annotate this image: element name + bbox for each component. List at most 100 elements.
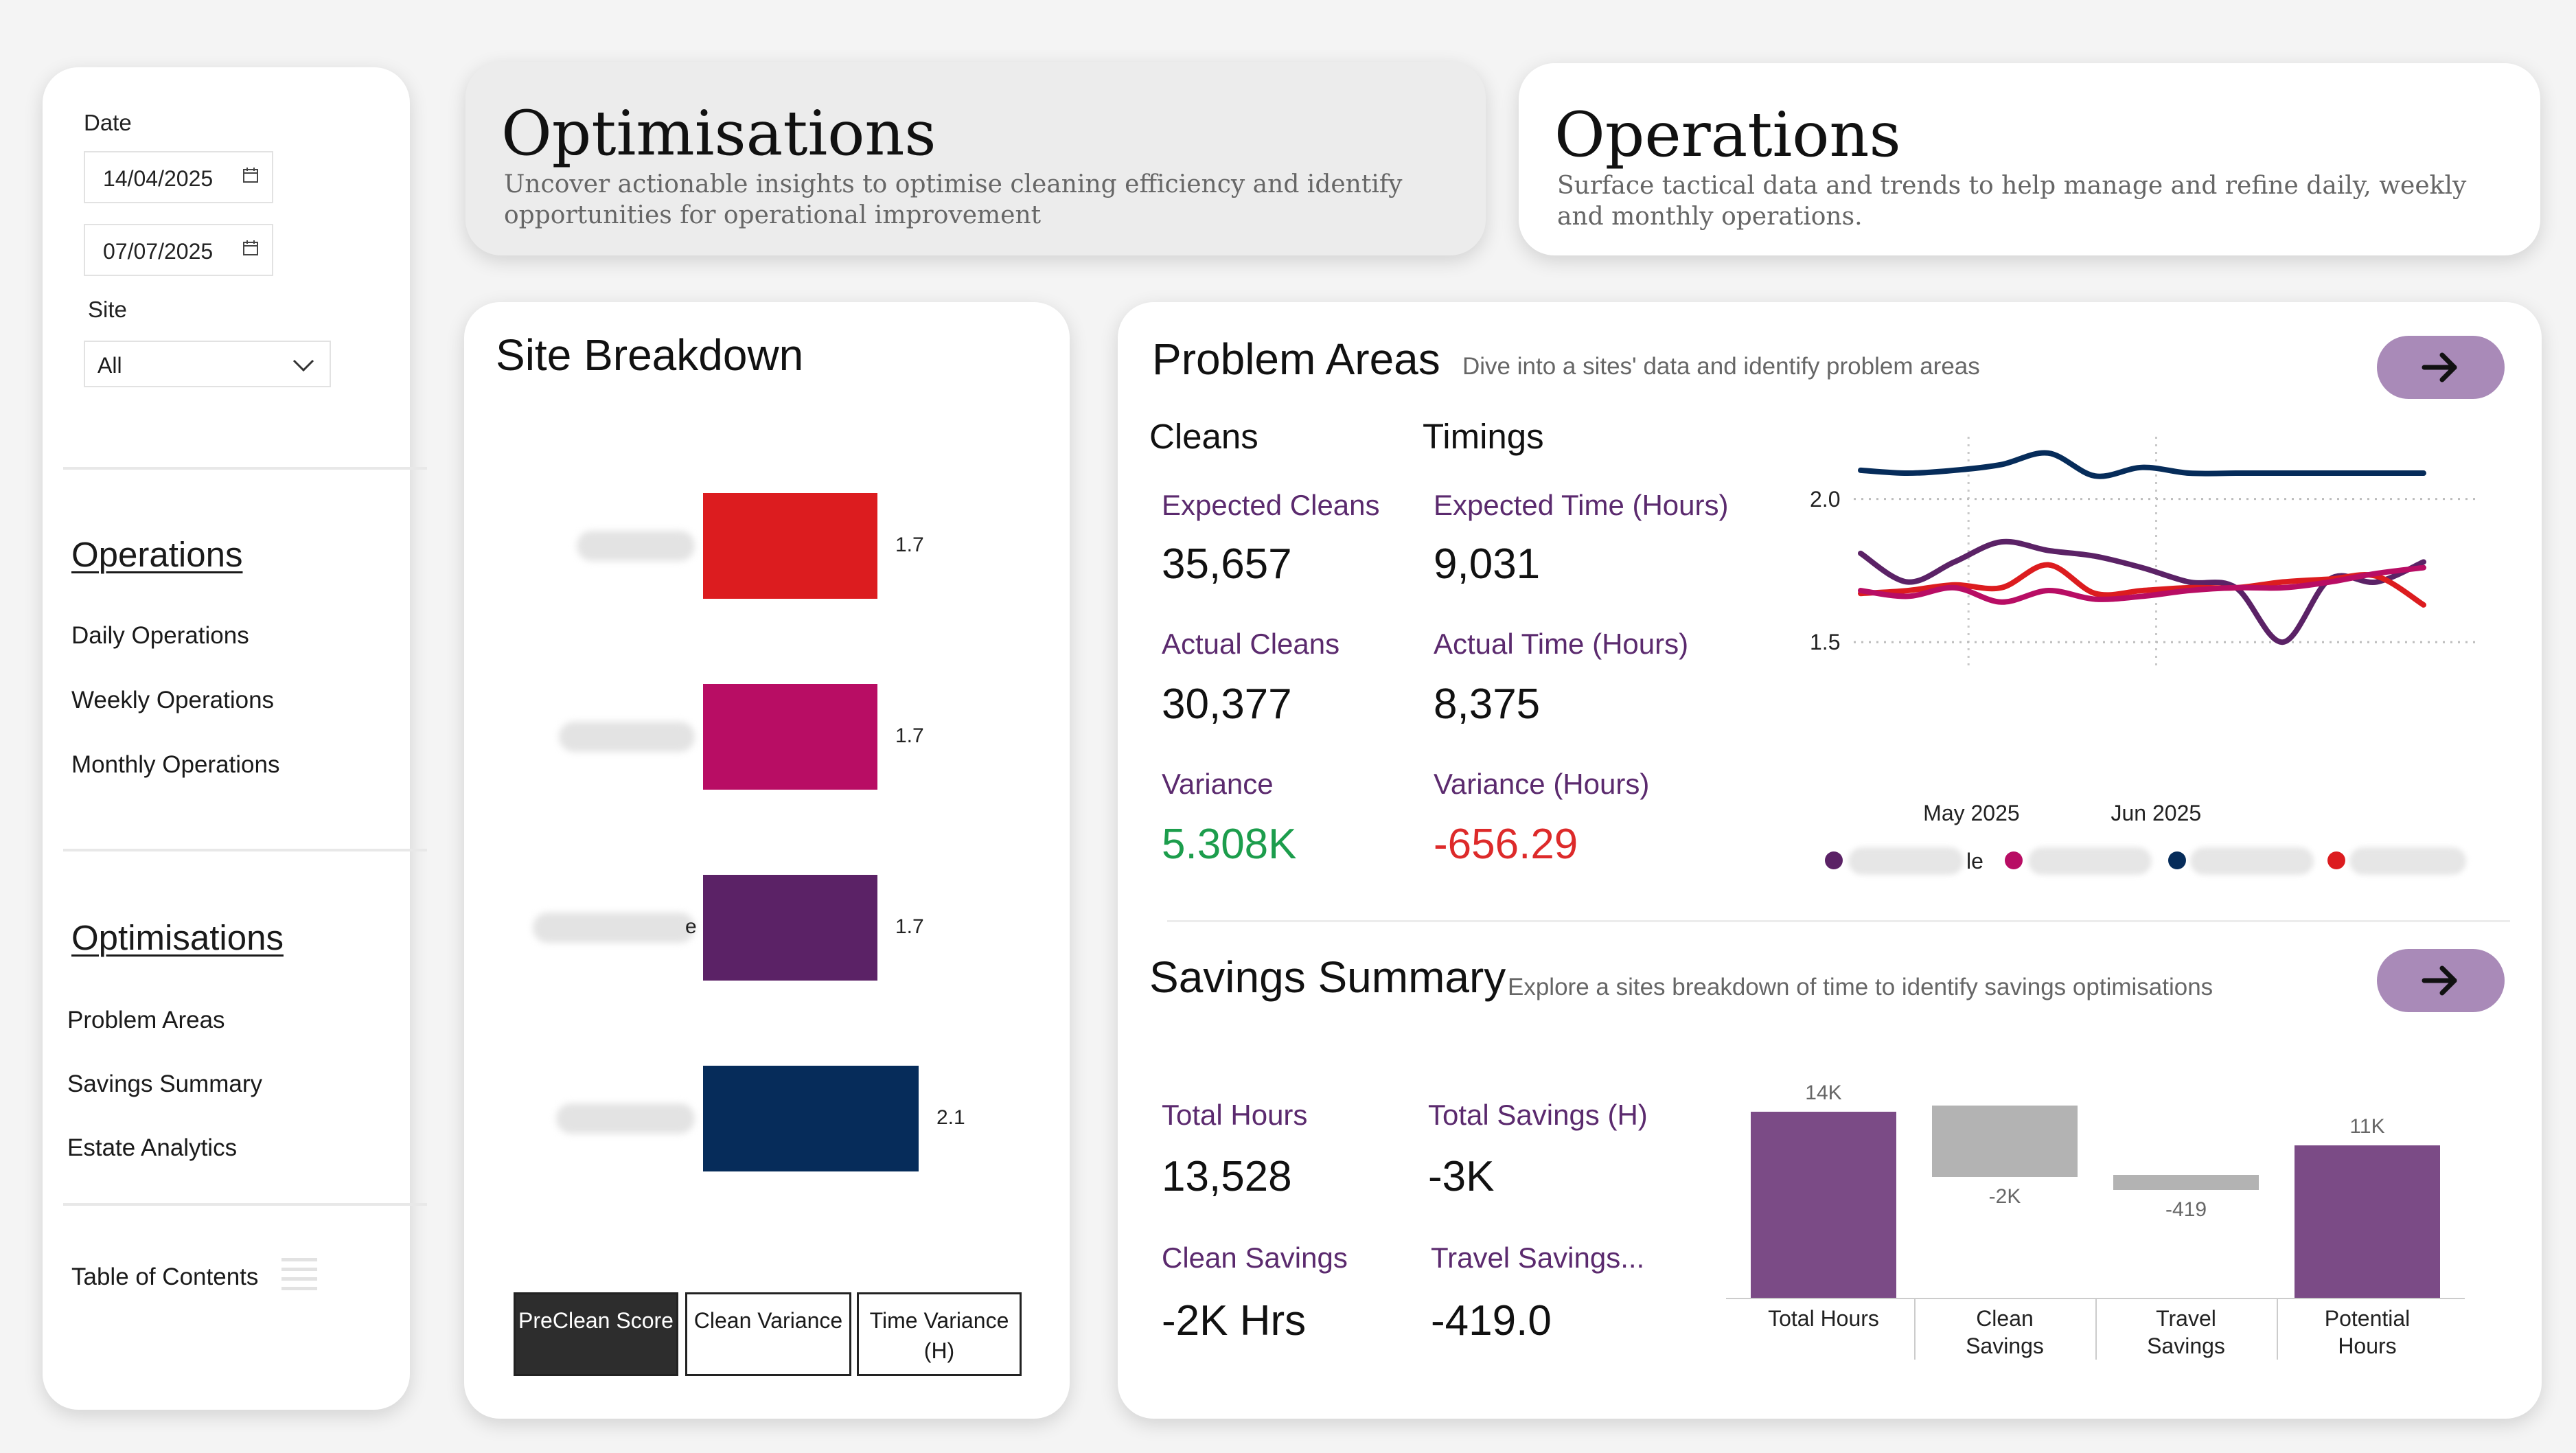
actual-time-value: 8,375 xyxy=(1434,680,1541,728)
variance-label: Variance xyxy=(1162,768,1274,800)
arrow-right-icon xyxy=(2422,965,2457,996)
nav-heading-optimisations[interactable]: Optimisations xyxy=(71,917,284,958)
waterfall-separator xyxy=(2095,1298,2097,1360)
legend-dot-navy xyxy=(2168,851,2186,869)
waterfall-value-label: -419 xyxy=(2165,1198,2207,1221)
site-bar-value-label: 1.7 xyxy=(895,724,924,747)
optimisations-banner-title: Optimisations xyxy=(501,98,936,170)
waterfall-value-label: 11K xyxy=(2349,1114,2385,1138)
problem-areas-savings-card: Problem Areas Dive into a sites' data an… xyxy=(1118,302,2542,1419)
savings-summary-title: Savings Summary xyxy=(1149,952,1506,1002)
start-date-input[interactable]: 14/04/2025 xyxy=(84,151,273,203)
waterfall-bar[interactable] xyxy=(1751,1112,1896,1298)
calendar-icon[interactable] xyxy=(242,166,260,184)
site-label-blurred xyxy=(577,531,695,561)
calendar-icon[interactable] xyxy=(242,239,260,257)
actual-time-label: Actual Time (Hours) xyxy=(1434,628,1689,660)
nav-item-table-of-contents[interactable]: Table of Contents xyxy=(71,1263,258,1291)
site-breakdown-card: Site Breakdown 1.7 1.7 e 1.7 2.1 PreClean Sc… xyxy=(464,302,1070,1419)
sidebar: Date 14/04/2025 07/07/2025 Site All Oper… xyxy=(43,67,427,1410)
expected-cleans-label: Expected Cleans xyxy=(1162,489,1380,521)
nav-item-monthly-operations[interactable]: Monthly Operations xyxy=(71,751,279,779)
section-divider xyxy=(1167,920,2510,922)
date-label: Date xyxy=(84,110,132,135)
problem-areas-subtitle: Dive into a sites' data and identify pro… xyxy=(1462,353,1980,380)
waterfall-axis-line xyxy=(1726,1298,2465,1299)
variance-value: 5.308K xyxy=(1162,821,1297,868)
site-bar-value-label: 1.7 xyxy=(895,915,924,938)
legend-label-blurred xyxy=(2190,847,2314,875)
total-hours-value: 13,528 xyxy=(1162,1153,1292,1200)
waterfall-category-label: Clean Savings xyxy=(1966,1306,2044,1358)
problem-areas-title: Problem Areas xyxy=(1152,334,1440,384)
sidebar-divider xyxy=(63,1203,427,1206)
clean-savings-label: Clean Savings xyxy=(1162,1242,1348,1274)
legend-label-fragment: le xyxy=(1966,849,1983,873)
chevron-down-icon xyxy=(292,359,314,372)
time-variance-button[interactable]: Time Variance (H) xyxy=(857,1292,1022,1376)
nav-item-estate-analytics[interactable]: Estate Analytics xyxy=(67,1134,237,1162)
sidebar-divider xyxy=(63,467,427,470)
optimisations-banner-description: Uncover actionable insights to optimise … xyxy=(504,170,1403,229)
nav-item-daily-operations[interactable]: Daily Operations xyxy=(71,622,249,650)
site-bar-value-label: 1.7 xyxy=(895,534,924,556)
expected-cleans-value: 35,657 xyxy=(1162,540,1292,588)
travel-savings-value: -419.0 xyxy=(1431,1297,1552,1345)
menu-icon[interactable] xyxy=(280,1255,319,1291)
line-chart-plot xyxy=(1854,437,2479,670)
nav-item-problem-areas[interactable]: Problem Areas xyxy=(67,1007,225,1034)
total-savings-label: Total Savings (H) xyxy=(1428,1099,1648,1131)
site-bar-value-label: 2.1 xyxy=(936,1106,965,1129)
optimisations-banner[interactable]: Optimisations Uncover actionable insight… xyxy=(465,62,1486,255)
preclean-score-button[interactable]: PreClean Score xyxy=(514,1292,678,1376)
line-series xyxy=(1858,450,2426,479)
end-date-input[interactable]: 07/07/2025 xyxy=(84,224,273,276)
site-label-blurred xyxy=(559,722,695,752)
legend-dot-magenta xyxy=(2005,851,2023,869)
site-bar[interactable] xyxy=(703,493,877,599)
savings-summary-subtitle: Explore a sites breakdown of time to ide… xyxy=(1508,974,2213,1000)
travel-savings-label: Travel Savings... xyxy=(1431,1242,1645,1274)
nav-heading-operations[interactable]: Operations xyxy=(71,534,242,575)
y-tick-label: 2.0 xyxy=(1810,486,1841,512)
site-dropdown-value: All xyxy=(97,353,122,378)
variance-hours-label: Variance (Hours) xyxy=(1434,768,1650,800)
end-date-value: 07/07/2025 xyxy=(103,239,214,264)
problem-areas-arrow-button[interactable] xyxy=(2377,336,2505,399)
sidebar-divider xyxy=(63,849,427,851)
total-hours-label: Total Hours xyxy=(1162,1099,1308,1131)
timings-heading: Timings xyxy=(1423,417,1544,456)
cleans-heading: Cleans xyxy=(1149,417,1258,456)
clean-variance-button[interactable]: Clean Variance xyxy=(685,1292,851,1376)
site-label-blurred xyxy=(533,913,695,943)
waterfall-separator xyxy=(1914,1298,1916,1360)
legend-label-blurred xyxy=(2028,847,2152,875)
waterfall-bar[interactable] xyxy=(2113,1175,2259,1190)
x-tick-label: Jun 2025 xyxy=(2111,801,2202,825)
x-tick-label: May 2025 xyxy=(1923,801,2020,825)
arrow-right-icon xyxy=(2422,352,2457,382)
site-breakdown-title: Site Breakdown xyxy=(496,330,804,380)
site-bar[interactable] xyxy=(703,684,877,790)
legend-label-blurred xyxy=(1848,847,1964,875)
site-bar[interactable] xyxy=(703,1066,919,1171)
waterfall-bar[interactable] xyxy=(1932,1106,2078,1177)
savings-summary-arrow-button[interactable] xyxy=(2377,949,2505,1012)
waterfall-category-label: Total Hours xyxy=(1768,1306,1879,1331)
legend-dot-red xyxy=(2327,851,2345,869)
site-bar[interactable] xyxy=(703,875,877,981)
waterfall-bar[interactable] xyxy=(2295,1145,2440,1298)
legend-label-blurred xyxy=(2349,847,2466,875)
waterfall-category-label: Potential Hours xyxy=(2324,1306,2411,1358)
site-dropdown[interactable]: All xyxy=(84,341,331,387)
variance-hours-value: -656.29 xyxy=(1434,821,1578,868)
operations-banner[interactable]: Operations Surface tactical data and tre… xyxy=(1519,63,2540,255)
total-savings-value: -3K xyxy=(1428,1153,1495,1200)
nav-item-weekly-operations[interactable]: Weekly Operations xyxy=(71,687,274,714)
expected-time-label: Expected Time (Hours) xyxy=(1434,489,1729,521)
nav-item-savings-summary[interactable]: Savings Summary xyxy=(67,1071,262,1098)
legend-dot-purple xyxy=(1825,851,1843,869)
expected-time-value: 9,031 xyxy=(1434,540,1541,588)
site-label: Site xyxy=(88,297,127,322)
site-label-fragment: e xyxy=(685,915,697,938)
